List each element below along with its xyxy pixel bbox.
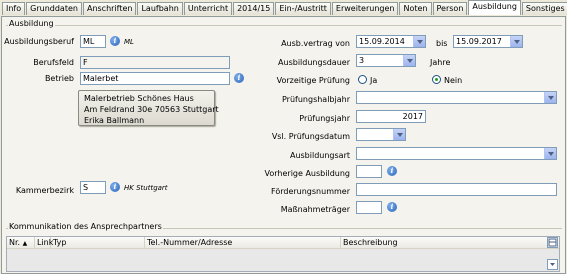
column-header-beschreibung[interactable]: Beschreibung <box>341 237 541 248</box>
tab-person[interactable]: Person <box>432 2 468 15</box>
table-header: Nr. ▲ Link Typ Tel.-Nummer/Adresse Besch… <box>7 237 559 249</box>
chevron-down-icon[interactable] <box>544 92 556 103</box>
berufsfeld-field: F <box>80 56 230 69</box>
column-header-link[interactable]: Link <box>35 237 53 248</box>
vorherige-ausbildung-input[interactable] <box>356 165 382 178</box>
column-header-tel-adresse[interactable]: Tel.-Nummer/Adresse <box>145 237 341 248</box>
column-header-typ[interactable]: Typ <box>51 237 145 248</box>
tab-anschriften[interactable]: Anschriften <box>82 2 137 15</box>
pruefungsdatum-date[interactable] <box>356 128 406 141</box>
label-pruefungsdatum: Vsl. Prüfungsdatum <box>271 132 350 141</box>
radio-nein-label: Nein <box>444 76 463 85</box>
tab-unterricht[interactable]: Unterricht <box>183 2 233 15</box>
label-pruefungshalbjahr: Prüfungshalbjahr <box>281 95 350 104</box>
table-body <box>7 249 559 271</box>
chevron-down-icon[interactable] <box>413 36 425 47</box>
chevron-down-icon[interactable] <box>510 36 522 47</box>
popup-line-name: Malerbetrieb Schönes Haus <box>84 94 194 103</box>
tab-bar: Info Grunddaten Anschriften Laufbahn Unt… <box>2 0 567 16</box>
tab-info[interactable]: Info <box>2 2 26 15</box>
popup-line-address: Am Feldrand 30e 70563 Stuttgart <box>84 105 219 114</box>
ausbildungsdauer-select[interactable]: 3 <box>356 54 416 67</box>
info-icon[interactable]: i <box>387 166 397 176</box>
tab-sonstiges[interactable]: Sonstiges <box>521 2 567 15</box>
label-betrieb: Betrieb <box>44 74 74 83</box>
tab-laufbahn[interactable]: Laufbahn <box>137 2 183 15</box>
label-vorherige-ausbildung: Vorherige Ausbildung <box>264 169 350 178</box>
label-ausbildungsart: Ausbildungsart <box>289 151 350 160</box>
info-icon[interactable]: i <box>110 182 120 192</box>
vertrag-bis-date[interactable]: 15.09.2017 <box>453 35 523 48</box>
label-pruefungsjahr: Prüfungsjahr <box>299 114 350 123</box>
pruefungshalbjahr-select[interactable] <box>356 91 557 104</box>
chevron-down-icon[interactable] <box>393 129 405 140</box>
kammerbezirk-input[interactable]: S <box>80 181 106 194</box>
column-header-nr[interactable]: Nr. ▲ <box>7 237 35 248</box>
info-icon[interactable]: i <box>110 36 120 46</box>
ausbildungsdauer-unit: Jahre <box>430 58 451 67</box>
ausbildungsberuf-input[interactable]: ML <box>80 35 106 48</box>
kammerbezirk-hint: HK Stuttgart <box>124 184 168 192</box>
kommunikation-table[interactable]: Nr. ▲ Link Typ Tel.-Nummer/Adresse Besch… <box>6 236 560 272</box>
ausbildungsberuf-hint: ML <box>124 38 134 46</box>
radio-ja-label: Ja <box>370 76 378 85</box>
popup-line-contact: Erika Ballmann <box>84 116 145 125</box>
chevron-down-icon[interactable] <box>544 148 556 159</box>
vertrag-von-date[interactable]: 15.09.2014 <box>356 35 426 48</box>
label-vorzeitige-pruefung: Vorzeitige Prüfung <box>276 76 350 85</box>
label-kammerbezirk: Kammerbezirk <box>15 186 74 195</box>
label-ausbildungsberuf: Ausbildungsberuf <box>4 37 74 46</box>
label-bis: bis <box>436 39 448 48</box>
group-title-ausbildung: Ausbildung <box>8 19 55 28</box>
radio-nein[interactable] <box>432 75 441 84</box>
label-foerderungsnummer: Förderungsnummer <box>271 187 350 196</box>
radio-ja[interactable] <box>358 75 367 84</box>
tab-grunddaten[interactable]: Grunddaten <box>26 2 82 15</box>
group-divider <box>6 25 562 26</box>
tab-erweiterungen[interactable]: Erweiterungen <box>331 2 399 15</box>
label-berufsfeld: Berufsfeld <box>33 58 74 67</box>
label-massnahmetraeger: Maßnahmeträger <box>280 205 350 214</box>
tab-2014-15[interactable]: 2014/15 <box>233 2 275 15</box>
column-chooser-icon[interactable] <box>547 237 558 248</box>
pruefungsjahr-input[interactable]: 2017 <box>356 110 426 123</box>
scroll-down-icon[interactable] <box>547 259 558 270</box>
foerderungsnummer-input[interactable] <box>356 183 557 196</box>
group-title-kommunikation: Kommunikation des Ansprechpartners <box>8 222 163 231</box>
ausbildungsart-select[interactable] <box>356 147 557 160</box>
tab-ausbildung[interactable]: Ausbildung <box>468 0 521 15</box>
massnahmetraeger-input[interactable] <box>356 201 382 214</box>
chevron-down-icon[interactable] <box>403 55 415 66</box>
label-ausbildungsvertrag: Ausb.vertrag von <box>281 39 350 48</box>
betrieb-popup[interactable]: Malerbetrieb Schönes Haus Am Feldrand 30… <box>78 90 219 126</box>
sort-ascending-icon: ▲ <box>22 240 28 247</box>
tab-ein-austritt[interactable]: Ein-/Austritt <box>275 2 331 15</box>
label-ausbildungsdauer: Ausbildungsdauer <box>278 58 350 67</box>
tab-noten[interactable]: Noten <box>399 2 432 15</box>
info-icon[interactable]: i <box>234 73 244 83</box>
info-icon[interactable]: i <box>387 202 397 212</box>
betrieb-input[interactable]: Malerbet <box>80 72 230 85</box>
